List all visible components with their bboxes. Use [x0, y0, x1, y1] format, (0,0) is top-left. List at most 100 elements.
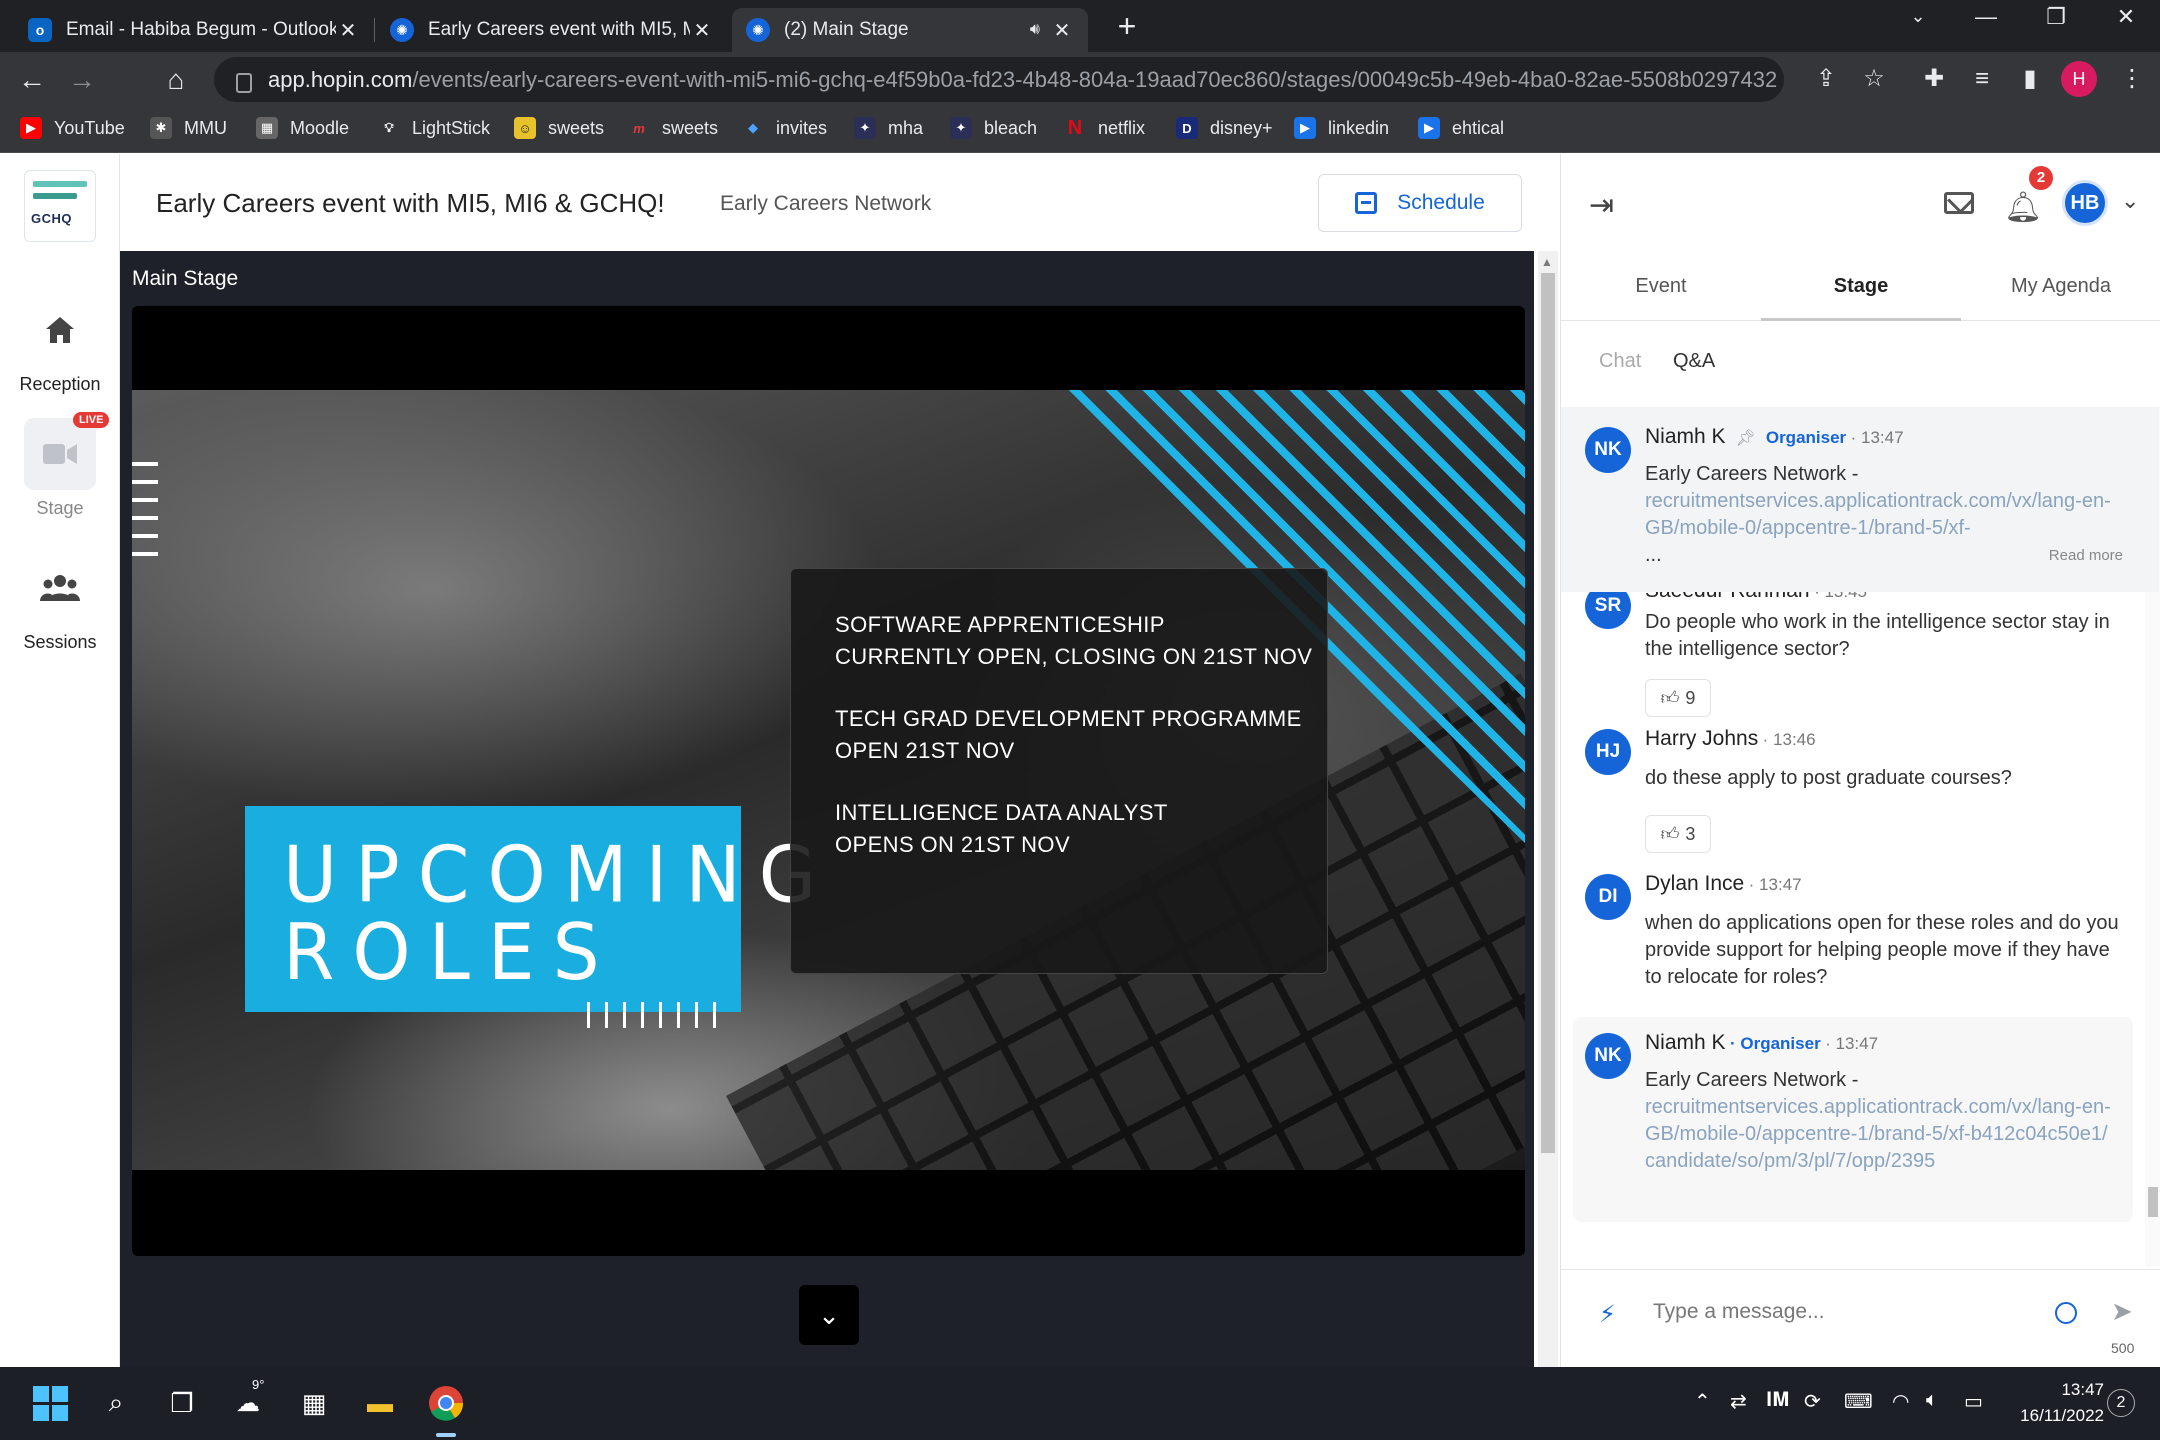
bookmark-linkedin[interactable]: ▶ linkedin — [1294, 117, 1389, 139]
close-icon[interactable]: ✕ — [690, 18, 714, 43]
subtab-chat[interactable]: Chat — [1599, 350, 1641, 373]
expand-chevron-button[interactable]: ⌄ — [799, 1285, 859, 1345]
media-control-icon[interactable]: ≡ — [1964, 61, 2000, 97]
hopin-icon: ✺ — [746, 18, 770, 42]
avatar: HJ — [1585, 729, 1631, 775]
extensions-icon[interactable]: ✚ — [1916, 61, 1952, 97]
forward-icon[interactable]: → — [64, 62, 100, 98]
chat-feed[interactable]: NK Niamh K 📌︎ Organiser · 13:47 Early Care… — [1561, 407, 2160, 1267]
tab-main-stage[interactable]: ✺ (2) Main Stage 🔊︎ ✕ — [732, 8, 1088, 52]
window-close-icon[interactable]: ✕ — [2106, 4, 2146, 30]
sidebar-item-stage[interactable]: LIVE Stage — [0, 412, 120, 519]
clock[interactable]: 13:47 16/11/2022 — [2004, 1377, 2104, 1429]
send-icon[interactable]: ➤ — [2111, 1296, 2133, 1327]
bookmark-moodle[interactable]: ▦ Moodle — [256, 117, 349, 139]
chevron-down-icon[interactable]: ⌄ — [2121, 188, 2139, 214]
user-avatar[interactable]: HB — [2062, 180, 2108, 226]
event-logo[interactable]: GCHQ — [24, 170, 96, 242]
message-time: · 13:46 — [1762, 730, 1816, 749]
chrome-icon[interactable] — [424, 1381, 468, 1425]
bookmark-bleach[interactable]: ✦ bleach — [950, 117, 1037, 139]
restore-icon[interactable]: ❐ — [2036, 4, 2076, 30]
bookmark-invites[interactable]: ◆ invites — [742, 117, 827, 139]
hopin-app: GCHQ Reception LIVE Stage Sessions Early… — [0, 154, 2160, 1367]
wifi-icon[interactable]: ◠ — [1892, 1389, 1909, 1414]
tray-overflow-icon[interactable]: ⌃ — [1694, 1389, 1711, 1414]
home-icon[interactable]: ⌂ — [158, 62, 194, 98]
invites-icon: ◆ — [748, 120, 758, 135]
keyboard-icon[interactable]: ⌨ — [1844, 1389, 1873, 1414]
netflix-icon: N — [1067, 116, 1083, 139]
bookmark-mmu[interactable]: ✱ MMU — [150, 117, 227, 139]
message-text: Early Careers Network - — [1645, 1069, 1859, 1091]
browser-menu-icon[interactable]: ⋮ — [2114, 61, 2150, 97]
organiser-name[interactable]: Early Careers Network — [720, 192, 931, 216]
bookmark-netflix[interactable]: Nnetflix — [1064, 117, 1145, 139]
close-icon[interactable]: ✕ — [1050, 18, 1074, 43]
bookmark-star-icon[interactable]: ☆ — [1856, 61, 1892, 97]
file-explorer-icon[interactable]: ▬ — [358, 1381, 402, 1425]
scroll-thumb[interactable] — [1541, 273, 1555, 1153]
like-button[interactable]: 👍︎ 3 — [1645, 815, 1711, 853]
pinned-message: NK Niamh K 📌︎ Organiser · 13:47 Early Care… — [1561, 407, 2159, 592]
schedule-button[interactable]: Schedule — [1318, 174, 1522, 232]
sync-icon[interactable]: ⟳ — [1804, 1389, 1821, 1414]
sender-name: Dylan Ince — [1645, 872, 1745, 895]
bell-icon[interactable]: 🔔︎ — [2004, 190, 2042, 225]
speaker-icon[interactable]: 🔊︎ — [1030, 21, 1040, 39]
back-icon[interactable]: ← — [14, 62, 50, 98]
like-button[interactable]: 👍︎ 9 — [1645, 679, 1711, 717]
bookmark-sweets-1[interactable]: ☺ sweets — [514, 117, 604, 139]
minimize-icon[interactable]: — — [1966, 4, 2006, 30]
bookmark-disney[interactable]: Ddisney+ — [1176, 117, 1273, 139]
message-link[interactable]: recruitmentservices.applicationtrack.com… — [1645, 1094, 2115, 1175]
start-button[interactable] — [28, 1381, 72, 1425]
bookmark-sweets-2[interactable]: m sweets — [628, 117, 718, 139]
home-icon — [24, 294, 96, 366]
tab-event[interactable]: Event — [1561, 251, 1761, 321]
message-link[interactable]: recruitmentservices.applicationtrack.com… — [1645, 488, 2125, 542]
tab-search-icon[interactable]: ⌄ — [1898, 6, 1938, 27]
decorative-dashes — [132, 462, 158, 570]
task-view-icon[interactable]: ❐ — [160, 1381, 204, 1425]
bookmark-mha[interactable]: ✦ mha — [854, 117, 923, 139]
subtab-qa[interactable]: Q&A — [1673, 350, 1715, 373]
close-icon[interactable]: ✕ — [336, 18, 360, 43]
emoji-icon[interactable] — [2055, 1302, 2077, 1324]
mail-icon[interactable] — [1944, 192, 1974, 214]
tab-my-agenda[interactable]: My Agenda — [1961, 251, 2160, 321]
page-scrollbar[interactable]: ▲ ▼ — [1538, 251, 1558, 1367]
lightning-icon[interactable]: ⚡︎ — [1599, 1300, 1616, 1329]
bookmark-youtube[interactable]: ▶ YouTube — [20, 117, 125, 139]
scroll-thumb[interactable] — [2148, 1187, 2158, 1217]
weather-widget[interactable]: ☁︎ 9° — [226, 1377, 270, 1425]
bookmark-ehtical[interactable]: ▶ ehtical — [1418, 117, 1504, 139]
tab-early-careers[interactable]: ✺ Early Careers event with MI5, MI6 ✕ — [376, 8, 728, 52]
activity-icon[interactable]: 𝐈𝐌 — [1766, 1389, 1790, 1412]
lightstick-icon: 💡︎ — [384, 120, 394, 135]
network-sync-icon[interactable]: ⇄ — [1730, 1389, 1747, 1414]
hopin-icon: ✺ — [390, 18, 414, 42]
battery-icon[interactable]: ▭ — [1964, 1389, 1983, 1414]
video-player[interactable]: UPCOMING ROLES SOFTWARE APPRENTICESHIP C… — [132, 306, 1525, 1256]
store-icon[interactable]: ▦ — [292, 1381, 336, 1425]
outlook-icon: o — [28, 18, 52, 42]
scroll-up-icon[interactable]: ▲ — [1541, 255, 1553, 269]
tab-stage[interactable]: Stage — [1761, 251, 1961, 321]
profile-avatar[interactable]: H — [2061, 61, 2097, 97]
bookmark-lightstick[interactable]: 💡︎ LightStick — [378, 117, 490, 139]
search-icon[interactable]: ⌕ — [94, 1381, 138, 1425]
sidebar-item-reception[interactable]: Reception — [0, 294, 120, 395]
schedule-label: Schedule — [1397, 191, 1485, 214]
notification-center-badge[interactable]: 2 — [2107, 1389, 2135, 1417]
tab-outlook[interactable]: o Email - Habiba Begum - Outlook ✕ — [14, 8, 374, 52]
share-icon[interactable]: ⇪ — [1808, 61, 1844, 97]
collapse-panel-icon[interactable]: ⇥ — [1589, 188, 1614, 223]
message-input[interactable] — [1653, 1292, 2033, 1332]
new-tab-button[interactable]: + — [1110, 10, 1144, 44]
volume-icon[interactable]: 🔈︎ — [1926, 1389, 1938, 1412]
url-bar[interactable]: app.hopin.com /events/early-careers-even… — [214, 57, 1784, 102]
sidebar-item-sessions[interactable]: Sessions — [0, 552, 120, 653]
side-panel-icon[interactable]: ▮ — [2012, 61, 2048, 97]
read-more-link[interactable]: Read more — [2049, 547, 2123, 564]
